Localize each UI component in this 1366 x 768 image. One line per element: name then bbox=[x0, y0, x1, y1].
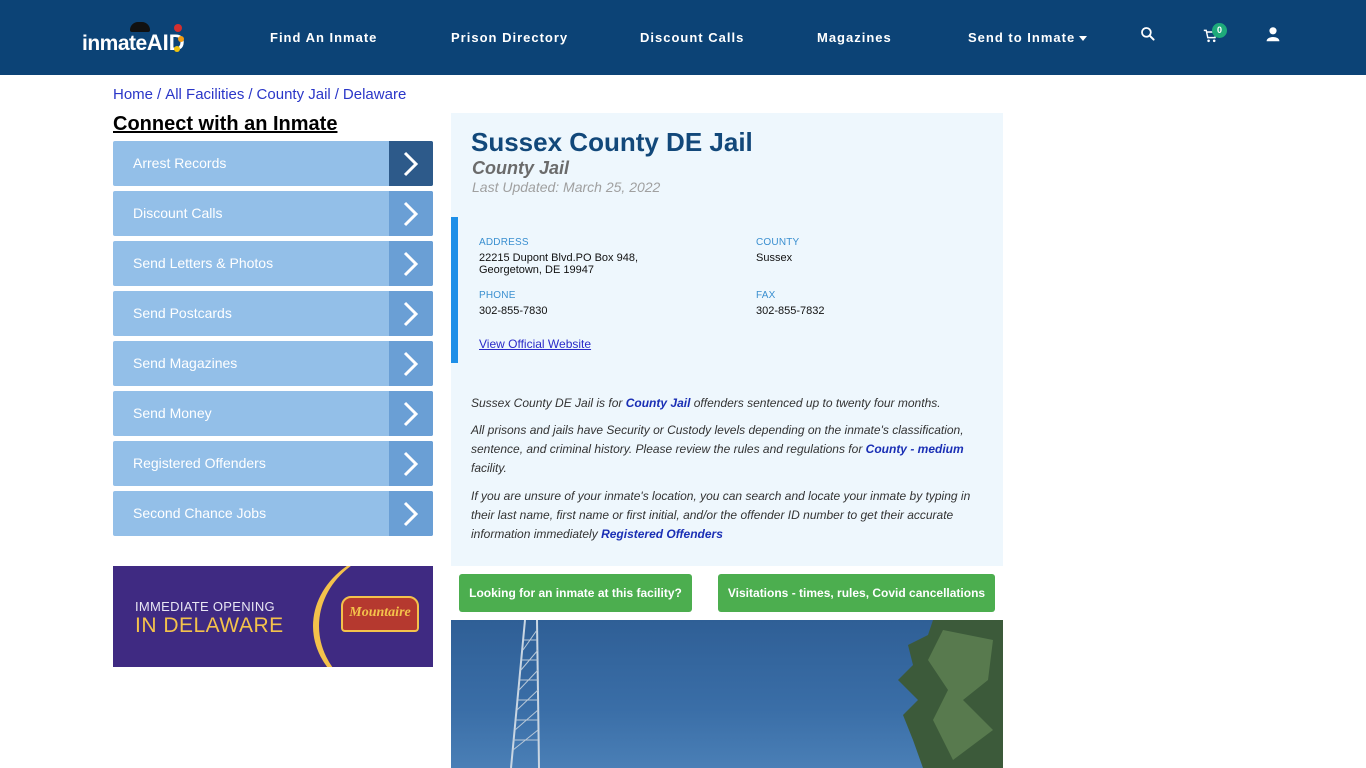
desc-text: facility. bbox=[471, 461, 507, 475]
chevron-right-icon bbox=[389, 291, 433, 336]
breadcrumb: Home / All Facilities / County Jail / Delaware bbox=[113, 86, 406, 103]
caret-down-icon bbox=[1079, 36, 1088, 42]
facility-photo bbox=[451, 620, 1003, 768]
phone-value: 302-855-7830 bbox=[479, 305, 548, 317]
address-line-1: 22215 Dupont Blvd.PO Box 948, bbox=[479, 252, 638, 264]
leaf-icon bbox=[174, 46, 180, 52]
sidebar-item-send-magazines[interactable]: Send Magazines bbox=[113, 341, 433, 386]
fax-label: FAX bbox=[756, 290, 776, 301]
official-website-link[interactable]: View Official Website bbox=[479, 337, 591, 351]
connect-section-title: Connect with an Inmate bbox=[113, 113, 338, 135]
logo-text: inmate bbox=[82, 32, 147, 55]
breadcrumb-separator: / bbox=[157, 86, 162, 103]
description-paragraph-1: Sussex County DE Jail is for County Jail… bbox=[471, 394, 981, 413]
pilgrim-hat-icon bbox=[130, 22, 150, 32]
visitations-button[interactable]: Visitations - times, rules, Covid cancel… bbox=[718, 574, 995, 612]
search-icon bbox=[1141, 27, 1155, 41]
chevron-right-icon bbox=[389, 441, 433, 486]
sidebar-item-send-letters-photos[interactable]: Send Letters & Photos bbox=[113, 241, 433, 286]
top-navbar: inmate AID Find An Inmate Prison Directo… bbox=[0, 0, 1366, 75]
sidebar-item-label: Send Postcards bbox=[133, 305, 232, 321]
ad-line-2: IN DELAWARE bbox=[135, 614, 284, 637]
search-button[interactable] bbox=[1140, 26, 1160, 46]
county-label: COUNTY bbox=[756, 237, 800, 248]
sidebar-item-label: Arrest Records bbox=[133, 155, 227, 171]
facility-type: County Jail bbox=[472, 158, 570, 178]
sidebar-item-send-postcards[interactable]: Send Postcards bbox=[113, 291, 433, 336]
breadcrumb-county-jail[interactable]: County Jail bbox=[257, 86, 331, 103]
county-value: Sussex bbox=[756, 252, 793, 264]
nav-find-an-inmate[interactable]: Find An Inmate bbox=[270, 30, 377, 45]
sidebar-item-label: Send Letters & Photos bbox=[133, 255, 274, 271]
account-button[interactable] bbox=[1265, 26, 1285, 46]
nav-magazines[interactable]: Magazines bbox=[817, 30, 892, 45]
cart-count-badge: 0 bbox=[1212, 23, 1227, 38]
sidebar-item-label: Send Money bbox=[133, 405, 212, 421]
chevron-right-icon bbox=[389, 241, 433, 286]
leaf-icon bbox=[174, 24, 182, 32]
breadcrumb-separator: / bbox=[248, 86, 253, 103]
address-line-2: Georgetown, DE 19947 bbox=[479, 264, 594, 276]
nav-prison-directory[interactable]: Prison Directory bbox=[451, 30, 568, 45]
nav-send-to-inmate[interactable]: Send to Inmate bbox=[968, 30, 1088, 45]
breadcrumb-delaware[interactable]: Delaware bbox=[343, 86, 406, 103]
leaf-icon bbox=[178, 36, 184, 42]
sidebar-item-send-money[interactable]: Send Money bbox=[113, 391, 433, 436]
description-paragraph-3: If you are unsure of your inmate's locat… bbox=[471, 487, 981, 544]
address-label: ADDRESS bbox=[479, 237, 529, 248]
breadcrumb-home[interactable]: Home bbox=[113, 86, 153, 103]
registered-offenders-link[interactable]: Registered Offenders bbox=[601, 527, 723, 541]
contact-info-box: ADDRESS 22215 Dupont Blvd.PO Box 948, Ge… bbox=[451, 217, 1003, 363]
county-medium-link[interactable]: County - medium bbox=[866, 442, 964, 456]
county-jail-link[interactable]: County Jail bbox=[626, 396, 691, 410]
sidebar-item-label: Second Chance Jobs bbox=[133, 505, 267, 521]
breadcrumb-all-facilities[interactable]: All Facilities bbox=[165, 86, 244, 103]
sidebar-item-label: Registered Offenders bbox=[133, 455, 266, 471]
sidebar-item-label: Discount Calls bbox=[133, 205, 223, 221]
chevron-right-icon bbox=[389, 391, 433, 436]
nav-discount-calls[interactable]: Discount Calls bbox=[640, 30, 744, 45]
inmateaid-logo[interactable]: inmate AID bbox=[82, 22, 185, 54]
chevron-right-icon bbox=[389, 341, 433, 386]
connect-menu: Arrest Records Discount Calls Send Lette… bbox=[113, 141, 433, 541]
last-updated: Last Updated: March 25, 2022 bbox=[472, 179, 661, 195]
chevron-right-icon bbox=[389, 141, 433, 186]
desc-text: Sussex County DE Jail is for bbox=[471, 396, 626, 410]
sidebar-item-second-chance-jobs[interactable]: Second Chance Jobs bbox=[113, 491, 433, 536]
chevron-right-icon bbox=[389, 491, 433, 536]
find-inmate-at-facility-button[interactable]: Looking for an inmate at this facility? bbox=[459, 574, 692, 612]
job-ad-banner[interactable]: IMMEDIATE OPENING IN DELAWARE Mountaire bbox=[113, 566, 433, 667]
radio-tower-graphic bbox=[510, 620, 540, 768]
fax-value: 302-855-7832 bbox=[756, 305, 825, 317]
sidebar-item-discount-calls[interactable]: Discount Calls bbox=[113, 191, 433, 236]
tree-graphic bbox=[898, 620, 1003, 768]
description-paragraph-2: All prisons and jails have Security or C… bbox=[471, 421, 981, 478]
breadcrumb-separator: / bbox=[334, 86, 339, 103]
facility-card: Sussex County DE Jail County Jail Last U… bbox=[451, 113, 1003, 566]
user-icon bbox=[1266, 27, 1280, 42]
sidebar-item-label: Send Magazines bbox=[133, 355, 238, 371]
mountaire-logo: Mountaire bbox=[341, 596, 419, 632]
sidebar-item-registered-offenders[interactable]: Registered Offenders bbox=[113, 441, 433, 486]
nav-send-to-inmate-label: Send to Inmate bbox=[968, 30, 1076, 45]
facility-name: Sussex County DE Jail bbox=[471, 127, 753, 157]
phone-label: PHONE bbox=[479, 290, 516, 301]
desc-text: offenders sentenced up to twenty four mo… bbox=[690, 396, 941, 410]
sidebar-item-arrest-records[interactable]: Arrest Records bbox=[113, 141, 433, 186]
chevron-right-icon bbox=[389, 191, 433, 236]
ad-line-1: IMMEDIATE OPENING bbox=[135, 599, 275, 614]
